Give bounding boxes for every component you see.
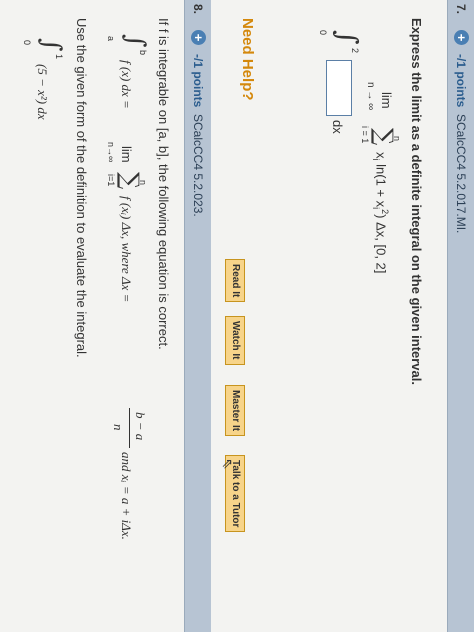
q8-integral-lower: 0 bbox=[22, 40, 32, 46]
question-8-header: 8. + -/1 points SCalcCC4 5.2.023. bbox=[184, 0, 211, 632]
eq-integral-sign-icon: ∫ bbox=[120, 34, 150, 48]
fraction-bar bbox=[129, 408, 130, 448]
question-7-code: SCalcCC4 5.2.017.MI. bbox=[454, 114, 468, 234]
eq-upper-b: b bbox=[138, 50, 148, 56]
eq-summand: f (xᵢ) Δx, where Δx = bbox=[119, 196, 134, 303]
eq-sigma-lower: i=1 bbox=[106, 174, 116, 187]
eq-lim-subscript: n→∞ bbox=[106, 142, 116, 163]
need-help-label: Need Help? bbox=[239, 18, 256, 101]
q8-integral-body: (5 − x²) dx bbox=[35, 64, 50, 120]
lim-subscript: n → ∞ bbox=[365, 82, 376, 111]
question-7-points-link[interactable]: -/1 points bbox=[448, 54, 474, 107]
expand-plus-icon[interactable]: + bbox=[191, 30, 206, 45]
eq-frac-bottom: n bbox=[111, 424, 126, 431]
sigma-lower: i = 1 bbox=[360, 126, 370, 144]
integral-sign-icon: ∫ bbox=[331, 30, 364, 45]
eq-frac-top: b − a bbox=[133, 412, 148, 441]
eq-lim: lim bbox=[119, 146, 134, 163]
question-8-number: 8. bbox=[191, 4, 205, 15]
eq-tail: and xᵢ = a + iΔx. bbox=[119, 452, 134, 540]
integrand-answer-input[interactable] bbox=[326, 60, 352, 116]
question-8-instruction: Use the given form of the definition to … bbox=[74, 18, 89, 358]
assignment-page: 7. + -/1 points SCalcCC4 5.2.017.MI. Exp… bbox=[0, 0, 474, 632]
lim-label: lim bbox=[379, 92, 394, 109]
question-7-number: 7. bbox=[454, 4, 468, 15]
sigma-icon: ∑ bbox=[370, 128, 398, 146]
q8-integral-upper: 1 bbox=[54, 54, 64, 60]
read-it-button[interactable]: Read It bbox=[225, 259, 245, 303]
question-7-header: 7. + -/1 points SCalcCC4 5.2.017.MI. bbox=[447, 0, 474, 632]
integral-upper-limit: 2 bbox=[350, 48, 360, 54]
question-7-prompt: Express the limit as a definite integral… bbox=[409, 18, 424, 385]
mouse-pointer-icon: ⇖ bbox=[220, 458, 236, 470]
expand-plus-icon[interactable]: + bbox=[454, 30, 469, 45]
watch-it-button[interactable]: Watch It bbox=[225, 316, 245, 365]
dx-label: dx bbox=[330, 120, 345, 134]
eq-lower-a: a bbox=[106, 36, 116, 42]
master-it-button[interactable]: Master It bbox=[225, 385, 245, 437]
question-8-code: SCalcCC4 5.2.023. bbox=[191, 114, 205, 217]
question-8-statement: If f is integrable on [a, b], the follow… bbox=[156, 18, 171, 350]
limit-summand: xi ln(1 + xi2) Δx, [0, 2] bbox=[371, 152, 390, 274]
question-8-points-link[interactable]: -/1 points bbox=[185, 54, 211, 107]
integral-lower-limit: 0 bbox=[318, 30, 328, 36]
eq-integrand: f (x) dx = bbox=[119, 60, 134, 109]
eq-sigma-icon: ∑ bbox=[116, 172, 144, 190]
q8-integral-sign-icon: ∫ bbox=[36, 38, 66, 52]
